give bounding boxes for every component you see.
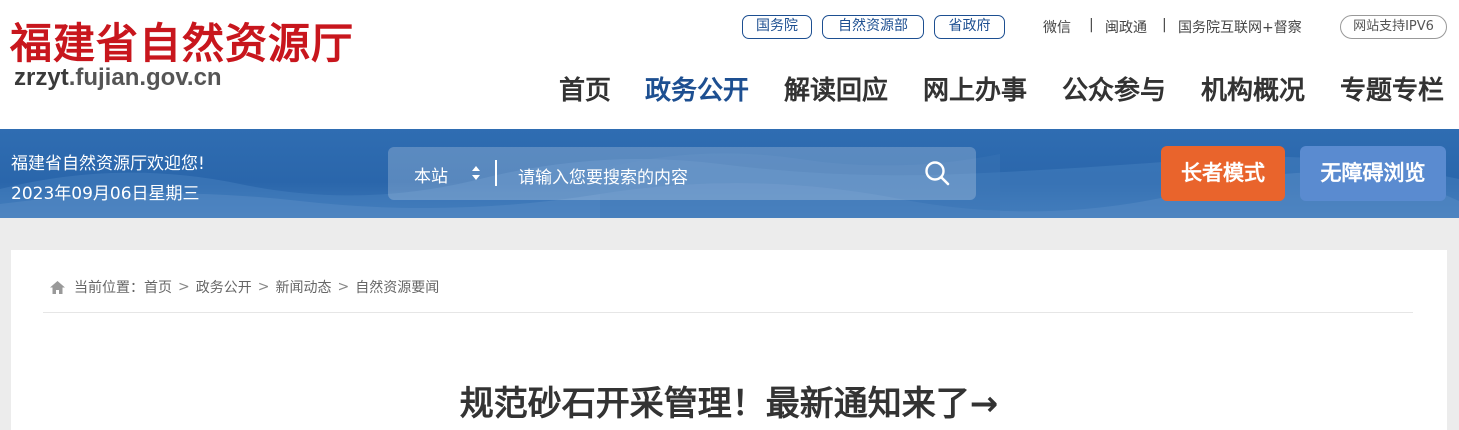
article-title: 规范砂石开采管理！最新通知来了→ (459, 384, 999, 424)
accessibility-button[interactable]: 无障碍浏览 (1300, 146, 1446, 201)
nav-organization[interactable]: 机构概况 (1201, 70, 1305, 107)
link-ministry-natural-resources[interactable]: 自然资源部 (822, 15, 924, 39)
search-icon[interactable] (924, 160, 950, 186)
welcome-text: 福建省自然资源厅欢迎您! (11, 154, 205, 174)
breadcrumb-divider (43, 312, 1413, 313)
nav-interpretation[interactable]: 解读回应 (784, 70, 888, 107)
home-icon (50, 280, 65, 294)
breadcrumb-news[interactable]: 新闻动态 (275, 277, 331, 297)
search-input[interactable]: 请输入您要搜索的内容 (518, 163, 688, 188)
link-minzhengtong[interactable]: 闽政通 (1105, 17, 1147, 37)
top-link-separator: | (1089, 17, 1094, 33)
breadcrumb-prefix: 当前位置： (74, 280, 144, 296)
welcome-banner: 福建省自然资源厅欢迎您! 2023年09月06日星期三 本站 请输入您要搜索的内… (0, 129, 1459, 218)
ipv6-badge: 网站支持IPV6 (1340, 15, 1447, 39)
nav-online-services[interactable]: 网上办事 (923, 70, 1027, 107)
link-internet-plus-supervision[interactable]: 国务院互联网+督察 (1178, 17, 1302, 37)
site-logo-domain[interactable]: zrzyt.fujian.gov.cn (14, 64, 222, 92)
domain-part-b: .fujian.gov.cn (68, 64, 222, 91)
breadcrumb-separator: > (257, 279, 270, 295)
top-link-separator: | (1162, 17, 1167, 33)
breadcrumb-separator: > (337, 279, 350, 295)
search-divider (495, 160, 497, 186)
site-logo-title[interactable]: 福建省自然资源厅 (10, 10, 354, 71)
search-scope-select[interactable]: 本站 (414, 162, 448, 187)
nav-home[interactable]: 首页 (559, 70, 611, 107)
breadcrumb-government-affairs[interactable]: 政务公开 (196, 277, 252, 297)
domain-part-a: zrzyt (14, 64, 69, 91)
breadcrumb-separator: > (178, 279, 190, 295)
content-card: 当前位置： 首页 > 政务公开 > 新闻动态 > 自然资源要闻 规范砂石开采管理… (11, 250, 1447, 430)
link-wechat[interactable]: 微信 (1043, 17, 1071, 37)
site-header: 福建省自然资源厅 zrzyt.fujian.gov.cn 国务院 自然资源部 省… (0, 0, 1459, 129)
search-bar: 本站 请输入您要搜索的内容 (388, 147, 976, 200)
link-provincial-government[interactable]: 省政府 (934, 15, 1005, 39)
breadcrumb-natural-resources-news[interactable]: 自然资源要闻 (355, 277, 439, 297)
nav-government-affairs[interactable]: 政务公开 (645, 70, 749, 107)
nav-public-participation[interactable]: 公众参与 (1062, 70, 1166, 107)
updown-arrows-icon[interactable] (470, 163, 482, 183)
current-date: 2023年09月06日星期三 (11, 184, 200, 204)
nav-special-topics[interactable]: 专题专栏 (1340, 70, 1444, 107)
elder-mode-button[interactable]: 长者模式 (1161, 146, 1285, 201)
breadcrumb: 当前位置： 首页 > 政务公开 > 新闻动态 > 自然资源要闻 (49, 277, 439, 297)
breadcrumb-home[interactable]: 首页 (144, 277, 172, 297)
link-state-council[interactable]: 国务院 (742, 15, 812, 39)
